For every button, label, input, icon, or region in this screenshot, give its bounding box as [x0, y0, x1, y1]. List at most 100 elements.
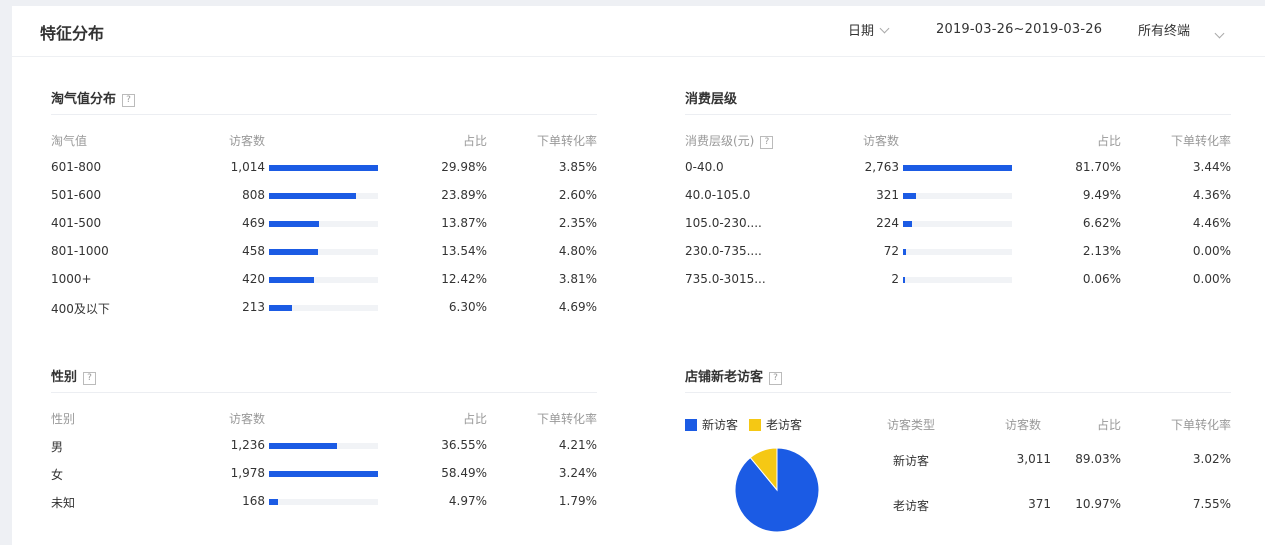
help-icon[interactable]: ? [83, 372, 97, 385]
table-row[interactable]: 401-500 469 13.87% 2.35% [51, 216, 597, 234]
help-icon[interactable]: ? [122, 94, 136, 107]
table-row[interactable]: 230.0-735.... 72 2.13% 0.00% [685, 244, 1231, 262]
chevron-down-icon [1214, 28, 1225, 39]
bar-fill [269, 305, 292, 311]
table-header: 访客类型 访客数 占比 下单转化率 [685, 416, 1231, 434]
chevron-down-icon [879, 23, 890, 34]
panel-title: 店铺新老访客? [685, 366, 783, 385]
table-row[interactable]: 女 1,978 58.49% 3.24% [51, 466, 597, 484]
table-row[interactable]: 735.0-3015... 2 0.06% 0.00% [685, 272, 1231, 290]
panel-title-text: 淘气值分布 [51, 92, 117, 107]
terminal-dropdown-toggle[interactable] [1214, 22, 1236, 39]
table-row[interactable]: 601-800 1,014 29.98% 3.85% [51, 160, 597, 178]
help-icon[interactable]: ? [760, 136, 774, 149]
conversion-rate: 3.02% [1192, 452, 1231, 466]
bar-fill [269, 499, 278, 505]
bar-track [903, 165, 1012, 171]
row-label: 1000+ [51, 272, 92, 286]
visitor-count: 1,014 [230, 160, 265, 174]
row-label: 女 [51, 468, 64, 482]
conversion-rate: 3.44% [1192, 160, 1231, 174]
date-range-text: 2019-03-26~2019-03-26 [936, 22, 1103, 37]
consumption-level-panel: 消费层级 消费层级(元)? 访客数 占比 下单转化率 0-40.0 2,763 81… [685, 88, 1231, 318]
table-row[interactable]: 未知 168 4.97% 1.79% [51, 494, 597, 512]
visitor-count: 1,978 [230, 466, 265, 480]
table-row[interactable]: 40.0-105.0 321 9.49% 4.36% [685, 188, 1231, 206]
column-header-text: 消费层级(元) [685, 134, 755, 148]
column-header: 访客数 [863, 134, 900, 148]
table-row[interactable]: 105.0-230.... 224 6.62% 4.46% [685, 216, 1231, 234]
table-row[interactable]: 0-40.0 2,763 81.70% 3.44% [685, 160, 1231, 178]
table-row[interactable]: 老访客 371 10.97% 7.55% [685, 497, 1231, 515]
share-value: 2.13% [1082, 244, 1121, 258]
conversion-rate: 0.00% [1192, 244, 1231, 258]
conversion-rate: 4.36% [1192, 188, 1231, 202]
bar-fill [269, 165, 378, 171]
bar-fill [269, 471, 378, 477]
date-dropdown[interactable]: 日期 [848, 20, 890, 39]
table-row[interactable]: 新访客 3,011 89.03% 3.02% [685, 452, 1231, 470]
help-icon[interactable]: ? [769, 372, 783, 385]
bar-fill [269, 277, 314, 283]
row-label: 40.0-105.0 [685, 188, 751, 202]
card-header: 特征分布 日期 2019-03-26~2019-03-26 所有终端 [12, 6, 1265, 57]
table-row[interactable]: 男 1,236 36.55% 4.21% [51, 438, 597, 456]
bar-track [269, 193, 378, 199]
column-header: 访客类型 [887, 418, 936, 432]
row-label: 男 [51, 440, 64, 454]
share-value: 12.42% [441, 272, 487, 286]
visitor-count: 72 [883, 244, 899, 258]
table-row[interactable]: 501-600 808 23.89% 2.60% [51, 188, 597, 206]
conversion-rate: 4.46% [1192, 216, 1231, 230]
column-header: 消费层级(元)? [685, 132, 774, 149]
table-row[interactable]: 1000+ 420 12.42% 3.81% [51, 272, 597, 290]
table-row[interactable]: 400及以下 213 6.30% 4.69% [51, 300, 597, 318]
conversion-rate: 7.55% [1192, 497, 1231, 511]
conversion-rate: 2.60% [558, 188, 597, 202]
row-label: 501-600 [51, 188, 102, 202]
bar-fill [269, 193, 356, 199]
panel-divider [51, 392, 597, 393]
terminal-dropdown[interactable]: 所有终端 [1138, 20, 1190, 39]
share-value: 10.97% [1075, 497, 1121, 511]
share-value: 36.55% [441, 438, 487, 452]
column-header: 访客数 [1004, 418, 1041, 432]
share-value: 89.03% [1075, 452, 1121, 466]
visitor-count: 1,236 [230, 438, 265, 452]
bar-track [903, 221, 1012, 227]
conversion-rate: 4.21% [558, 438, 597, 452]
bar-track [903, 249, 1012, 255]
share-value: 9.49% [1082, 188, 1121, 202]
taoqi-distribution-panel: 淘气值分布? 淘气值 访客数 占比 下单转化率 601-800 1,014 29.9… [51, 88, 597, 318]
share-value: 4.97% [448, 494, 487, 508]
visitor-count: 2,763 [864, 160, 899, 174]
bar-fill [269, 443, 337, 449]
bar-track [269, 221, 378, 227]
visitor-count: 321 [876, 188, 899, 202]
bar-fill [903, 221, 912, 227]
gender-panel: 性别? 性别 访客数 占比 下单转化率 男 1,236 36.55% 4.21% 女 1,… [51, 366, 597, 536]
bar-track [269, 499, 378, 505]
bar-track [269, 277, 378, 283]
column-header: 下单转化率 [1170, 134, 1231, 148]
feature-distribution-card: 特征分布 日期 2019-03-26~2019-03-26 所有终端 淘气值分布… [12, 6, 1265, 545]
bar-track [269, 249, 378, 255]
share-value: 58.49% [441, 466, 487, 480]
visitor-count: 371 [1028, 497, 1051, 511]
table-header: 性别 访客数 占比 下单转化率 [51, 410, 597, 428]
visitor-count: 2 [891, 272, 899, 286]
panel-title: 性别? [51, 366, 97, 385]
panel-title: 消费层级 [685, 92, 738, 107]
conversion-rate: 4.80% [558, 244, 597, 258]
column-header: 访客数 [229, 134, 266, 148]
row-label: 801-1000 [51, 244, 109, 258]
bar-track [269, 305, 378, 311]
visitor-count: 458 [242, 244, 265, 258]
column-header: 淘气值 [51, 134, 88, 148]
visitor-type: 新访客 [893, 454, 930, 468]
bar-fill [269, 221, 319, 227]
conversion-rate: 1.79% [558, 494, 597, 508]
share-value: 29.98% [441, 160, 487, 174]
column-header: 占比 [1096, 418, 1121, 432]
table-row[interactable]: 801-1000 458 13.54% 4.80% [51, 244, 597, 262]
